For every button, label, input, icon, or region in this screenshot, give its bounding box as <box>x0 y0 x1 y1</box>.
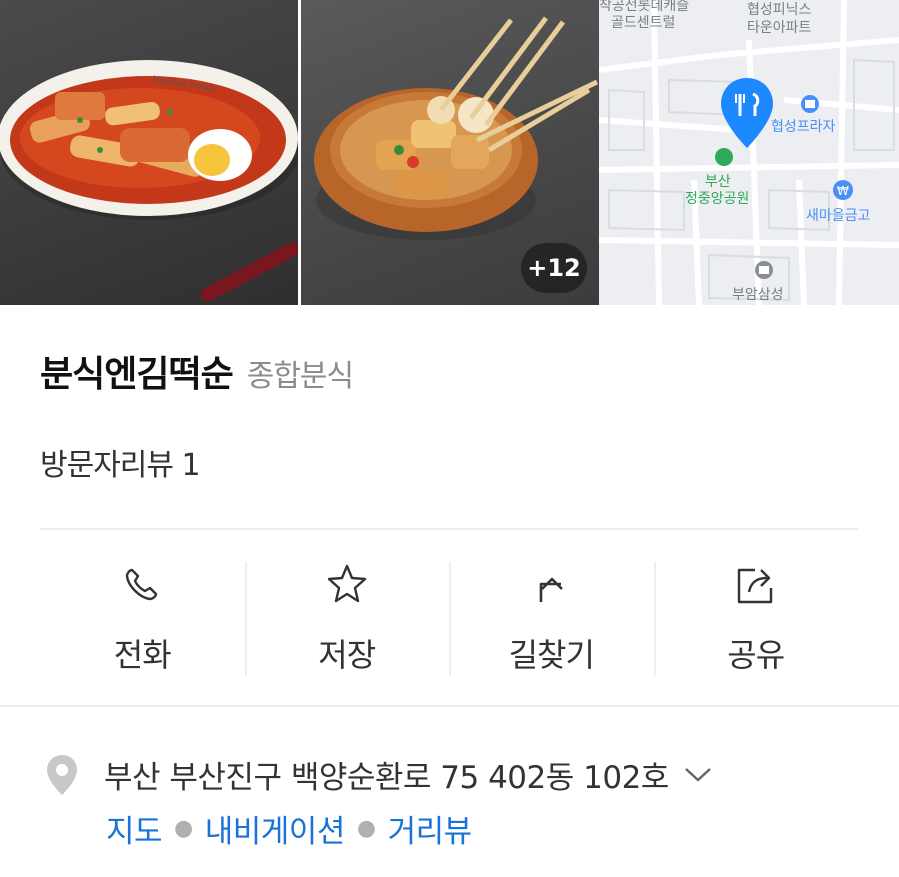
location-pin-icon <box>47 754 77 795</box>
map-label-goldcentral: 골드센트럴 <box>611 15 675 31</box>
map-link[interactable]: 지도 <box>106 806 163 851</box>
place-name: 분식엔김떡순 <box>40 354 234 395</box>
address-text: 부산 부산진구 백양순환로 75 402동 102호 <box>104 760 669 796</box>
share-button[interactable]: 공유 <box>653 558 859 676</box>
svg-text:₩: ₩ <box>837 184 849 198</box>
directions-icon <box>531 560 571 608</box>
photo-strip: Kitchen treats +12 착공전롯데캐슬 골드센트럴 협성피닉스 타… <box>0 0 899 305</box>
address-row[interactable]: 부산 부산진구 백양순환로 75 402동 102호 <box>44 752 713 797</box>
divider <box>40 528 858 530</box>
star-icon <box>325 560 369 608</box>
photo-fishcake[interactable]: +12 <box>301 0 599 305</box>
share-icon <box>733 560 779 608</box>
more-photos-badge[interactable]: +12 <box>521 243 587 293</box>
map-image: 착공전롯데캐슬 골드센트럴 협성피닉스 타운아파트 협성프라자 부산 정중앙공원… <box>599 0 899 305</box>
map-label-bank: 새마을금고 <box>806 208 871 224</box>
call-button[interactable]: 전화 <box>40 558 245 676</box>
chevron-down-icon[interactable] <box>683 765 713 785</box>
map-label-plaza: 협성프라자 <box>771 119 836 135</box>
save-label: 저장 <box>318 636 376 674</box>
map-label-apartment: 타운아파트 <box>747 20 812 36</box>
navigation-link[interactable]: 내비게이션 <box>205 806 346 851</box>
address-links: 지도 ● 내비게이션 ● 거리뷰 <box>106 806 472 851</box>
street-view-link[interactable]: 거리뷰 <box>388 806 473 851</box>
separator-dot: ● <box>174 816 193 841</box>
call-label: 전화 <box>113 636 172 674</box>
map-thumbnail[interactable]: 착공전롯데캐슬 골드센트럴 협성피닉스 타운아파트 협성프라자 부산 정중앙공원… <box>599 0 899 305</box>
directions-button[interactable]: 길찾기 <box>449 558 654 676</box>
map-label-park-2: 정중앙공원 <box>685 191 749 207</box>
phone-icon <box>122 560 162 608</box>
tteokbokki-image: Kitchen treats <box>0 60 298 302</box>
title-row: 분식엔김떡순 종합분식 <box>40 345 354 397</box>
photo-tteokbokki[interactable]: Kitchen treats <box>0 0 298 305</box>
action-bar: 전화 저장 길찾기 공유 <box>40 558 858 676</box>
park-poi-icon <box>715 148 733 166</box>
directions-label: 길찾기 <box>508 636 595 674</box>
separator-dot: ● <box>356 816 376 841</box>
map-label-park-1: 부산 <box>705 174 731 190</box>
visitor-review-link[interactable]: 방문자리뷰 1 <box>40 440 201 484</box>
map-label-bottom: 부암삼성 <box>732 287 784 303</box>
section-divider <box>0 705 899 707</box>
place-category: 종합분식 <box>246 359 354 394</box>
share-label: 공유 <box>727 636 785 674</box>
map-label-partial: 착공전롯데캐슬 <box>599 0 689 14</box>
save-button[interactable]: 저장 <box>244 558 450 676</box>
map-label-phoenix: 협성피닉스 <box>747 2 812 18</box>
